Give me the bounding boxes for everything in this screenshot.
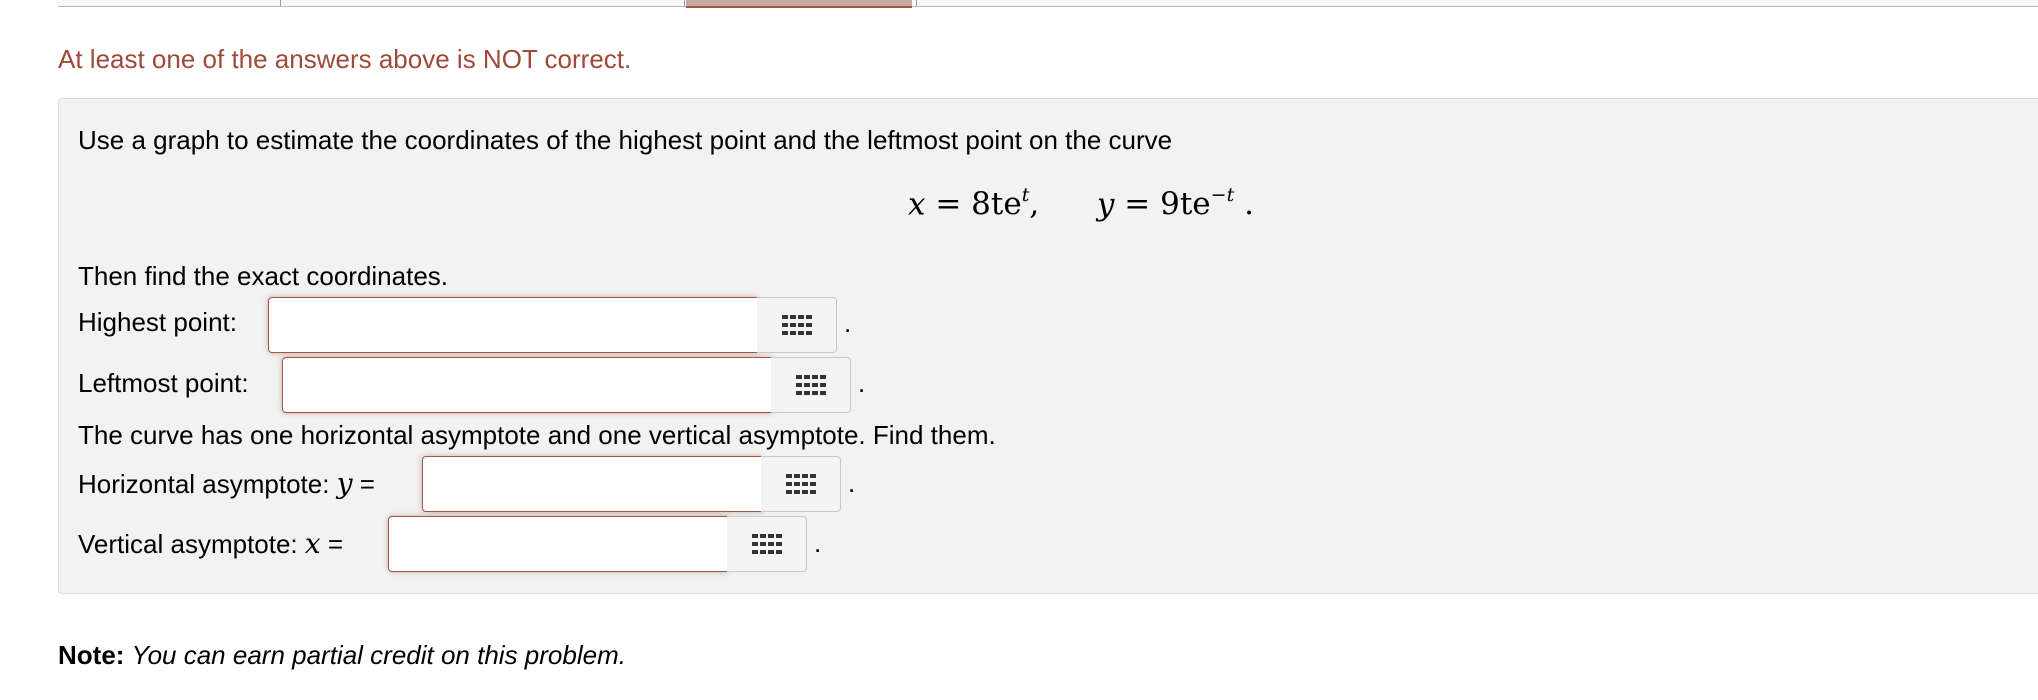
x-rhs: = 8tet,	[935, 184, 1040, 223]
horizontal-asymptote-label: Horizontal asymptote: y =	[78, 467, 375, 500]
x-variable: x	[908, 186, 926, 223]
keypad-icon	[785, 474, 816, 494]
field-suffix: .	[844, 308, 852, 338]
y-rhs: = 9te−t .	[1124, 184, 1254, 223]
instruction-text: Then find the exact coordinates.	[78, 261, 449, 291]
y-variable: y	[1096, 186, 1115, 223]
highest-point-keypad-button[interactable]	[757, 297, 837, 353]
vertical-asymptote-input[interactable]	[388, 516, 728, 572]
active-tab[interactable]	[686, 0, 912, 8]
vertical-asymptote-label: Vertical asymptote: x =	[78, 527, 344, 560]
table-divider	[280, 0, 281, 6]
keypad-icon	[751, 534, 782, 554]
field-suffix: .	[848, 468, 856, 498]
table-divider	[684, 0, 685, 6]
horizontal-asymptote-input[interactable]	[422, 456, 762, 512]
highest-point-input[interactable]	[268, 297, 758, 353]
answer-table-strip	[58, 0, 2038, 8]
vertical-asymptote-keypad-button[interactable]	[727, 516, 807, 572]
keypad-icon	[795, 375, 826, 395]
leftmost-point-input[interactable]	[282, 357, 772, 413]
leftmost-point-label: Leftmost point:	[78, 368, 249, 398]
table-divider	[916, 0, 917, 6]
asymptote-prompt: The curve has one horizontal asymptote a…	[78, 420, 996, 450]
horizontal-asymptote-keypad-button[interactable]	[761, 456, 841, 512]
highest-point-label: Highest point:	[78, 307, 237, 337]
problem-prompt: Use a graph to estimate the coordinates …	[78, 125, 1173, 155]
field-suffix: .	[814, 528, 822, 558]
parametric-equation: x = 8tet, y = 9te−t .	[908, 184, 1254, 223]
status-message: At least one of the answers above is NOT…	[58, 44, 632, 74]
field-suffix: .	[858, 368, 866, 398]
partial-credit-note: Note: You can earn partial credit on thi…	[58, 640, 626, 670]
keypad-icon	[781, 315, 812, 335]
leftmost-point-keypad-button[interactable]	[771, 357, 851, 413]
